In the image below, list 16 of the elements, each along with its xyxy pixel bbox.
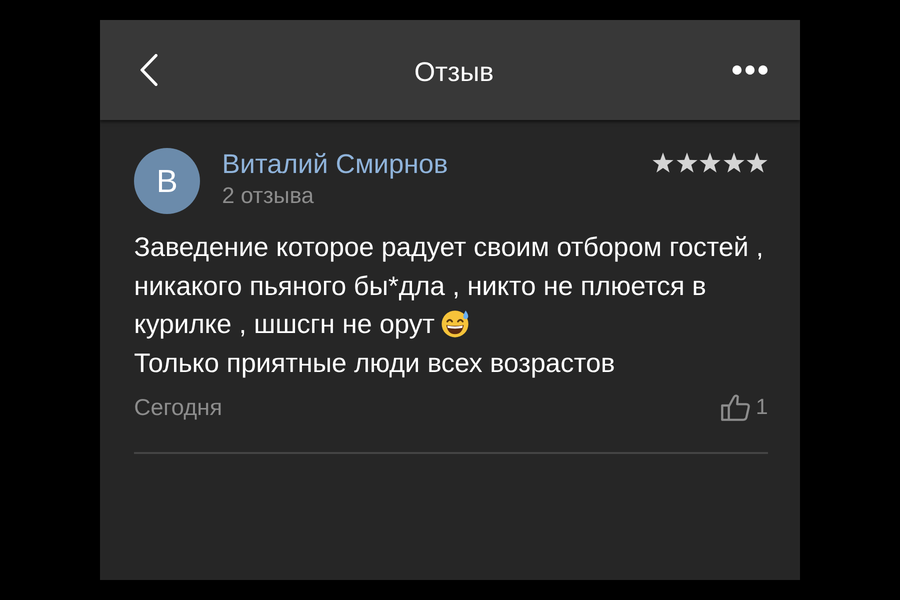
filled-star-icon [676, 152, 698, 174]
avatar[interactable]: В [134, 148, 200, 214]
review-text: Заведение которое радует своим отбором гостей , никакого пьяного бы*дла , никто не плюется в курилке , шшсгн не орут [134, 232, 764, 339]
filled-star-icon [722, 152, 744, 174]
screen-title: Отзыв [414, 56, 494, 88]
filled-star-icon [652, 152, 674, 174]
like-button[interactable]: 1 [720, 394, 768, 420]
filled-star-icon [746, 152, 768, 174]
review-text: Только приятные люди всех возрастов [134, 348, 615, 378]
review-count: 2 отзыва [222, 182, 314, 210]
thumbs-up-icon [720, 394, 750, 420]
back-icon [140, 54, 158, 86]
author-name-link[interactable]: Виталий Смирнов [222, 149, 448, 180]
filled-star-icon [699, 152, 721, 174]
more-icon [732, 65, 768, 75]
review-date: Сегодня [134, 393, 222, 422]
